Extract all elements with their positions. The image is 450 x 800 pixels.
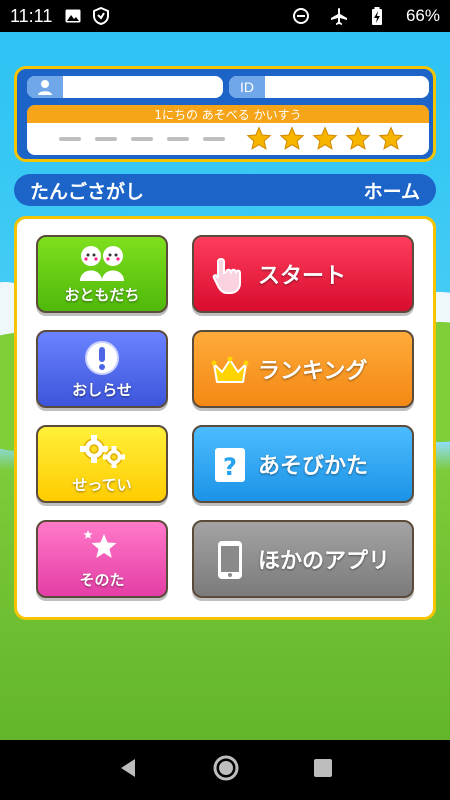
gears-icon [38,433,166,473]
ranking-button[interactable]: ランキング [192,330,414,408]
plays-dash [167,137,189,141]
plays-dash [59,137,81,141]
daily-plays-meter [27,123,429,155]
crown-icon [208,348,252,392]
home-button[interactable] [212,754,240,786]
profile-panel: ID 1にちの あそべる かいすう [14,66,436,162]
other-apps-button[interactable]: ほかのアプリ [192,520,414,598]
player-id-field: ID [229,76,429,98]
do-not-disturb-icon [292,7,310,25]
settings-label: せってい [72,476,132,494]
other-button[interactable]: そのた [36,520,168,598]
friends-icon [38,243,166,283]
start-button[interactable]: スタート [192,235,414,313]
shield-icon [92,7,110,25]
status-time: 11:11 [10,5,53,26]
id-label: ID [229,76,265,98]
tap-hand-icon [208,253,252,297]
recents-square-icon [314,759,333,777]
user-icon [27,76,63,98]
image-icon [64,7,82,25]
navigation-bar [0,740,450,800]
battery-percent: 66% [405,6,440,25]
home-label: ホーム [363,180,420,203]
plays-dash [203,137,225,141]
question-card-icon: ? [208,443,252,487]
airplane-icon [330,7,348,25]
friends-button[interactable]: おともだち [36,235,168,313]
back-icon [120,759,135,777]
title-bar: たんごさがし ホーム [14,174,436,206]
smartphone-icon [208,538,252,582]
svg-text:?: ? [223,453,237,481]
other-apps-label: ほかのアプリ [258,549,391,574]
plays-dash [95,137,117,141]
settings-button[interactable]: せってい [36,425,168,503]
other-label: そのた [79,571,125,589]
star-icon [378,126,404,150]
stars-icon [38,528,166,568]
star-icon [312,126,338,150]
menu-panel: おともだち スタート おしらせ ランキング せってい ? あそびかた そのた ほ… [14,216,436,620]
how-to-play-button[interactable]: ? あそびかた [192,425,414,503]
star-icon [345,126,371,150]
star-icon [279,126,305,150]
star-icon [246,126,272,150]
daily-plays-box: 1にちの あそべる かいすう [27,105,429,155]
daily-plays-label: 1にちの あそべる かいすう [27,105,429,123]
start-label: スタート [258,264,347,289]
recents-button[interactable] [313,758,333,782]
back-button[interactable] [117,757,139,783]
news-label: おしらせ [72,381,132,399]
ranking-label: ランキング [258,359,368,384]
game-title: たんごさがし [30,180,145,203]
plays-dash [131,137,153,141]
game-background: ID 1にちの あそべる かいすう たんごさがし ホーム おともだち スタート … [0,32,450,740]
friends-label: おともだち [64,286,140,304]
battery-charging-icon [368,7,386,25]
home-circle-icon [213,755,239,781]
how-to-play-label: あそびかた [258,454,369,479]
news-button[interactable]: おしらせ [36,330,168,408]
status-bar: 11:11 66% [0,0,450,32]
exclamation-icon [38,338,166,378]
player-name-field [27,76,223,98]
